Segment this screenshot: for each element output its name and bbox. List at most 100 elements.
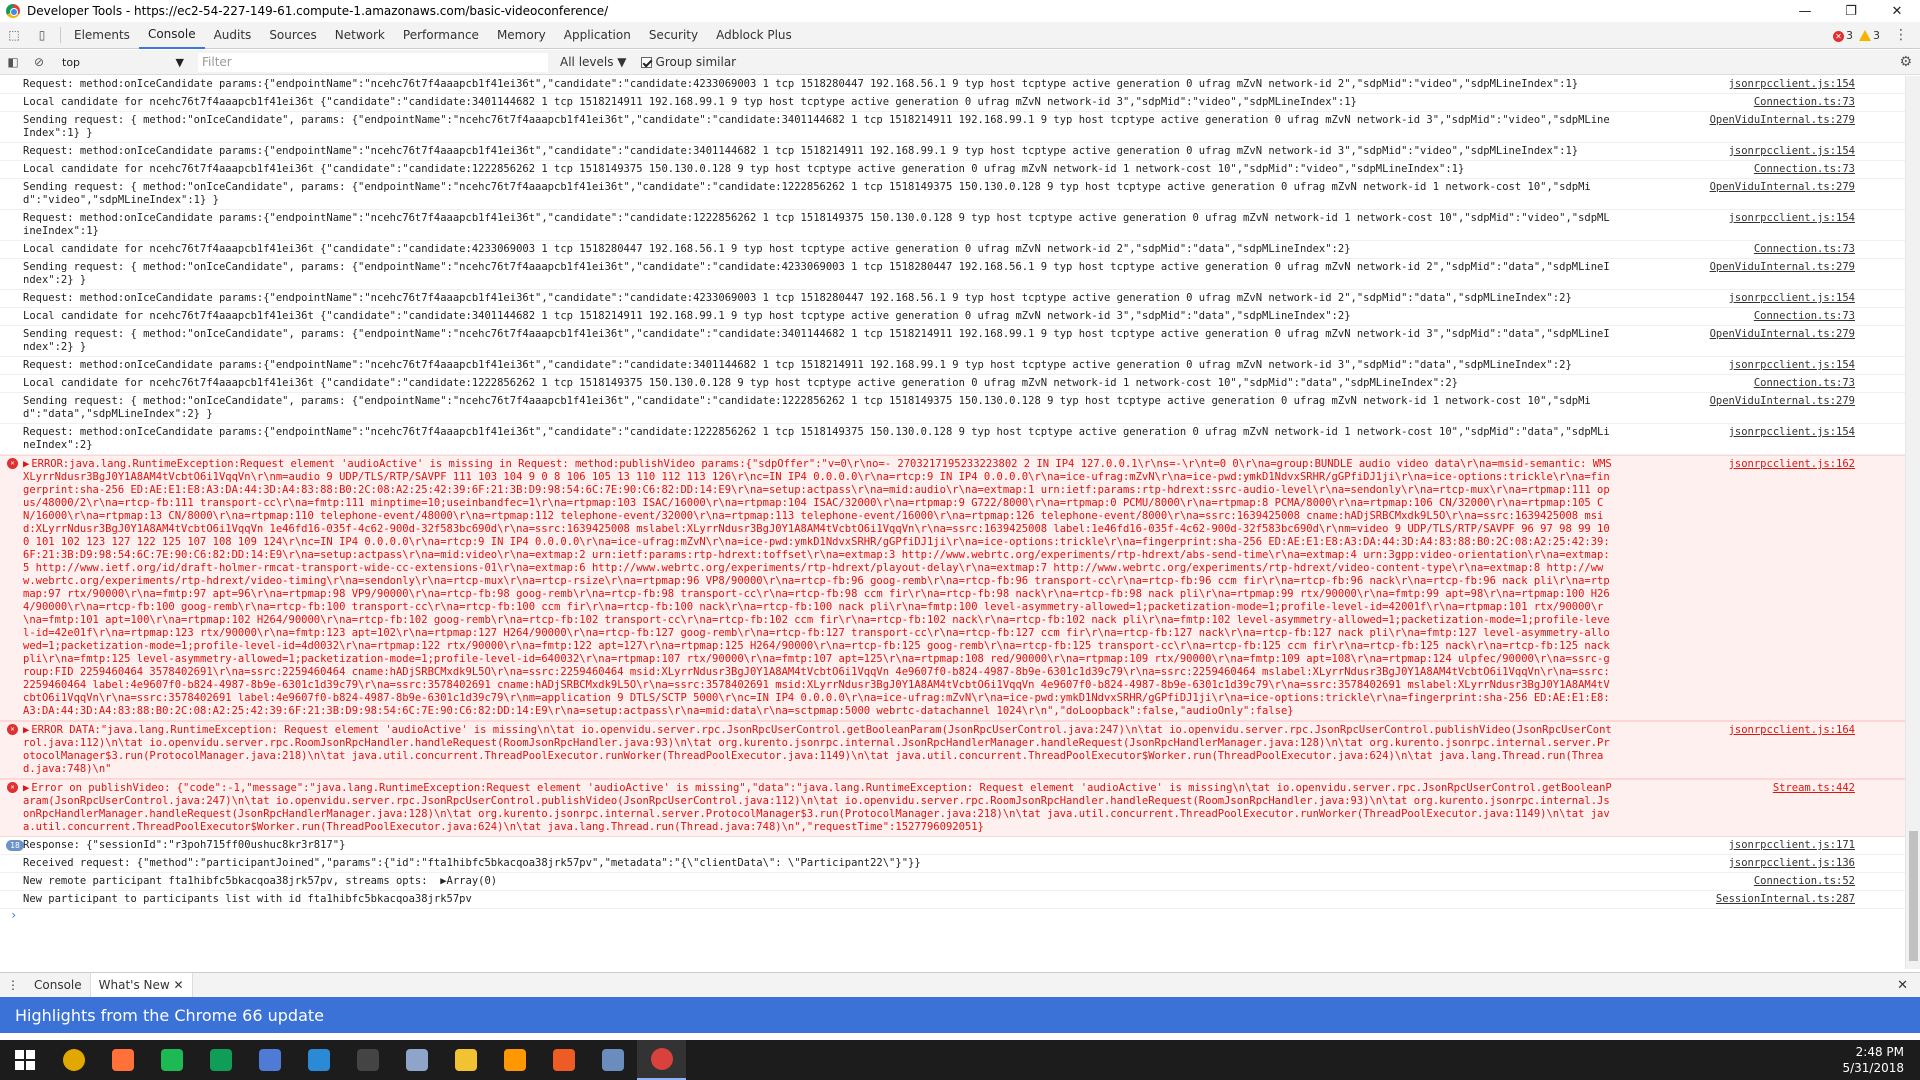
system-clock[interactable]: 2:48 PM 5/31/2018: [1842, 1044, 1904, 1076]
app-glyph: [209, 1049, 232, 1071]
checkbox-checked-icon[interactable]: [640, 56, 652, 68]
network-tool-icon[interactable]: [588, 1040, 637, 1080]
devtools-tabbar: ⬚ ▯ Elements Console Audits Sources Network P…: [0, 22, 1920, 49]
source-link[interactable]: Connection.ts:52: [1754, 875, 1855, 888]
source-link[interactable]: OpenViduInternal.ts:279: [1710, 181, 1855, 194]
window-titlebar: Developer Tools - https://ec2-54-227-149…: [0, 0, 1920, 22]
message-text: Error on publishVideo: {"code":-1,"messa…: [23, 782, 1612, 833]
source-link[interactable]: jsonrpcclient.js:154: [1729, 212, 1855, 225]
source-link[interactable]: jsonrpcclient.js:154: [1729, 426, 1855, 439]
console-log-message: Request: method:onIceCandidate params:{"…: [0, 357, 1905, 375]
tab-memory[interactable]: Memory: [488, 22, 555, 49]
message-text: Local candidate for ncehc76t7f4aaapcb1f4…: [23, 377, 1458, 389]
postman-icon[interactable]: [539, 1040, 588, 1080]
error-count: ✕ 3: [1833, 29, 1853, 42]
message-text: Local candidate for ncehc76t7f4aaapcb1f4…: [23, 310, 1351, 322]
hangouts-icon[interactable]: [196, 1040, 245, 1080]
sublime-icon[interactable]: [490, 1040, 539, 1080]
tab-adblock-plus[interactable]: Adblock Plus: [707, 22, 801, 49]
message-text: Sending request: { method:"onIceCandidat…: [23, 181, 1591, 206]
drawer-menu-icon[interactable]: ⋮: [0, 978, 26, 992]
tab-sources[interactable]: Sources: [260, 22, 325, 49]
filter-input[interactable]: Filter: [198, 52, 548, 72]
message-text: Request: method:onIceCandidate params:{"…: [23, 426, 1610, 451]
source-link[interactable]: OpenViduInternal.ts:279: [1710, 328, 1855, 341]
tab-application[interactable]: Application: [555, 22, 640, 49]
app-glyph: [503, 1049, 526, 1071]
virtualbox-icon[interactable]: [392, 1040, 441, 1080]
expand-triangle-icon[interactable]: ▶: [23, 458, 29, 470]
source-link[interactable]: Connection.ts:73: [1754, 377, 1855, 390]
console-error-message: ▶ERROR:java.lang.RuntimeException:Reques…: [0, 455, 1905, 721]
tab-elements[interactable]: Elements: [65, 22, 139, 49]
source-link[interactable]: jsonrpcclient.js:154: [1729, 359, 1855, 372]
message-text: Sending request: { method:"onIceCandidat…: [23, 114, 1610, 139]
source-link[interactable]: Connection.ts:73: [1754, 96, 1855, 109]
source-link[interactable]: jsonrpcclient.js:154: [1729, 145, 1855, 158]
tab-security[interactable]: Security: [640, 22, 707, 49]
terminal-icon[interactable]: [343, 1040, 392, 1080]
clear-console-icon[interactable]: ⊘: [26, 55, 52, 69]
source-link[interactable]: Connection.ts:73: [1754, 243, 1855, 256]
start-button[interactable]: [0, 1040, 49, 1080]
app-glyph: [601, 1049, 624, 1071]
drawer-tab-whats-new[interactable]: What's New ✕: [89, 972, 193, 998]
close-window-button[interactable]: ✕: [1874, 0, 1920, 22]
expand-triangle-icon[interactable]: ▶: [23, 724, 29, 736]
source-link[interactable]: OpenViduInternal.ts:279: [1710, 261, 1855, 274]
chrome-icon[interactable]: [49, 1040, 98, 1080]
close-tab-icon[interactable]: ✕: [174, 978, 184, 992]
sidebar-toggle-icon[interactable]: ◧: [0, 55, 26, 69]
scrollbar-thumb[interactable]: [1909, 831, 1918, 961]
warning-icon: [1859, 30, 1871, 41]
source-link[interactable]: Stream.ts:442: [1773, 782, 1855, 795]
window-controls: — ❐ ✕: [1782, 0, 1920, 22]
tab-performance[interactable]: Performance: [394, 22, 488, 49]
issue-counts[interactable]: ✕ 3 3: [1833, 29, 1880, 42]
tab-console[interactable]: Console: [138, 22, 205, 49]
file-explorer-icon[interactable]: [441, 1040, 490, 1080]
windows-taskbar: 2:48 PM 5/31/2018: [0, 1040, 1920, 1080]
console-scrollbar[interactable]: [1905, 76, 1920, 969]
source-link[interactable]: Connection.ts:73: [1754, 163, 1855, 176]
source-link[interactable]: Connection.ts:73: [1754, 310, 1855, 323]
source-link[interactable]: jsonrpcclient.js:136: [1729, 857, 1855, 870]
context-selector[interactable]: top ▼: [58, 53, 188, 72]
console-toolbar: ◧ ⊘ top ▼ Filter All levels ▼ Group simil…: [0, 50, 1920, 75]
message-text: Request: method:onIceCandidate params:{"…: [23, 359, 1572, 371]
source-link[interactable]: SessionInternal.ts:287: [1716, 893, 1855, 906]
source-link[interactable]: jsonrpcclient.js:164: [1729, 724, 1855, 737]
log-levels-dropdown[interactable]: All levels ▼: [560, 55, 627, 69]
expand-triangle-icon[interactable]: ▶: [23, 782, 29, 794]
vscode-icon[interactable]: [294, 1040, 343, 1080]
tab-network[interactable]: Network: [326, 22, 394, 49]
group-similar-checkbox[interactable]: Group similar: [640, 55, 736, 69]
source-link[interactable]: OpenViduInternal.ts:279: [1710, 114, 1855, 127]
tab-audits[interactable]: Audits: [205, 22, 261, 49]
source-link[interactable]: OpenViduInternal.ts:279: [1710, 395, 1855, 408]
source-link[interactable]: jsonrpcclient.js:154: [1729, 78, 1855, 91]
console-prompt[interactable]: ›: [0, 909, 1905, 922]
message-text: Request: method:onIceCandidate params:{"…: [23, 78, 1579, 90]
source-link[interactable]: jsonrpcclient.js:154: [1729, 292, 1855, 305]
console-messages: Request: method:onIceCandidate params:{"…: [0, 76, 1905, 969]
drawer-tab-console[interactable]: Console: [26, 973, 90, 998]
device-toolbar-icon[interactable]: ▯: [28, 28, 56, 42]
gear-icon[interactable]: ⚙: [1899, 54, 1912, 70]
source-link[interactable]: jsonrpcclient.js:162: [1729, 458, 1855, 471]
console-log-message: 18 Response: {"sessionId":"r3poh715ff00us…: [0, 837, 1905, 855]
app-glyph: [650, 1048, 673, 1070]
console-log-message: Request: method:onIceCandidate params:{"…: [0, 210, 1905, 241]
inspect-element-icon[interactable]: ⬚: [0, 28, 28, 42]
more-options-icon[interactable]: ⋮: [1894, 27, 1908, 43]
source-link[interactable]: jsonrpcclient.js:171: [1729, 839, 1855, 852]
app-glyph: [160, 1049, 183, 1071]
console-log-message: Request: method:onIceCandidate params:{"…: [0, 290, 1905, 308]
spotify-icon[interactable]: [147, 1040, 196, 1080]
chrome-devtools-icon[interactable]: [637, 1040, 686, 1080]
maximize-button[interactable]: ❐: [1828, 0, 1874, 22]
minimize-button[interactable]: —: [1782, 0, 1828, 22]
remote-desktop-icon[interactable]: [245, 1040, 294, 1080]
firefox-icon[interactable]: [98, 1040, 147, 1080]
close-drawer-icon[interactable]: ✕: [1897, 978, 1908, 993]
